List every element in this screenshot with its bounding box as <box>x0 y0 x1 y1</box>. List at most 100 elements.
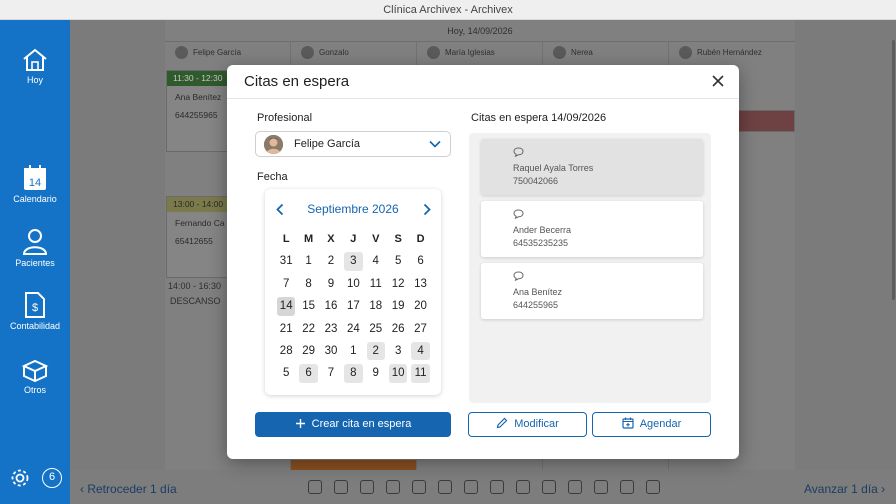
calendar-day[interactable]: 9 <box>322 275 340 293</box>
toolbar-icons <box>308 480 660 494</box>
calendar-day[interactable]: 19 <box>389 297 407 315</box>
notification-badge[interactable]: 6 <box>42 468 62 488</box>
weekday-header: M <box>304 233 314 245</box>
calendar-day[interactable]: 2 <box>322 252 340 270</box>
group-icon[interactable] <box>516 480 530 494</box>
next-day-link[interactable]: Avanzar 1 día › <box>804 482 885 496</box>
calendar-day[interactable]: 18 <box>367 297 385 315</box>
chevron-right-icon[interactable] <box>422 203 432 216</box>
plus-icon <box>295 418 305 428</box>
zoom-in-icon[interactable] <box>360 480 374 494</box>
create-waitlist-button[interactable]: Crear cita en espera <box>255 412 451 437</box>
waitlist-dialog: Citas en espera Profesional Felipe Garcí… <box>227 65 739 459</box>
swap-icon[interactable] <box>490 480 504 494</box>
calendar-day[interactable]: 13 <box>411 275 429 293</box>
sidebar-item-label: Calendario <box>13 194 57 204</box>
sidebar-item-label: Otros <box>23 385 46 395</box>
calendar-day-number: 14 <box>29 177 41 189</box>
calendar-day[interactable]: 6 <box>299 364 318 383</box>
calendar-day[interactable]: 11 <box>411 364 430 383</box>
calendar-day[interactable]: 25 <box>367 320 385 338</box>
prev-day-link[interactable]: ‹ Retroceder 1 día <box>80 482 177 496</box>
calendar-day[interactable]: 8 <box>344 364 363 383</box>
waitlist-card[interactable]: Ana Benítez 644255965 <box>481 263 703 319</box>
rest-label: DESCANSO <box>170 296 221 306</box>
column-header: Felipe García <box>175 46 241 59</box>
calendar-day[interactable]: 11 <box>367 275 385 293</box>
calendar-day[interactable]: 7 <box>322 364 340 382</box>
sidebar-item-otros[interactable]: Otros <box>0 356 70 395</box>
calendar-day[interactable]: 4 <box>367 252 385 270</box>
home-icon <box>23 48 47 71</box>
waitlist-panel: Raquel Ayala Torres 750042066 Ander Bece… <box>469 133 711 403</box>
scrollbar[interactable] <box>892 40 895 300</box>
calendar-day[interactable]: 14 <box>277 297 296 316</box>
sidebar-item-calendario[interactable]: 14 Calendario <box>0 165 70 204</box>
calendar-day[interactable]: 23 <box>322 320 340 338</box>
sidebar-item-label: Hoy <box>26 75 43 85</box>
weekday-header: D <box>416 233 425 245</box>
waitlist-card[interactable]: Raquel Ayala Torres 750042066 <box>481 139 703 195</box>
calendar-day[interactable]: 12 <box>389 275 407 293</box>
calendar-day[interactable]: 9 <box>367 364 385 382</box>
calendar-day[interactable]: 27 <box>411 320 429 338</box>
appointment-block[interactable]: 13:00 - 14:00 Fernando Ca 65412655 <box>166 196 229 278</box>
waitlist-name: Ander Becerra <box>513 225 572 235</box>
schedule-button[interactable]: Agendar <box>592 412 711 437</box>
calendar-day[interactable]: 16 <box>322 297 340 315</box>
close-icon[interactable] <box>711 74 725 88</box>
professional-select[interactable]: Felipe García <box>255 131 451 157</box>
column-header: Gonzalo <box>301 46 349 59</box>
sidebar-item-contabilidad[interactable]: $ Contabilidad <box>0 292 70 331</box>
filter-icon[interactable] <box>594 480 608 494</box>
calendar-day[interactable]: 2 <box>366 341 385 361</box>
calendar-day[interactable]: 6 <box>411 252 429 270</box>
weekday-header: S <box>394 233 402 245</box>
refresh-icon[interactable] <box>308 480 322 494</box>
list-icon[interactable] <box>620 480 634 494</box>
calendar-day[interactable]: 7 <box>277 275 295 293</box>
calendar-day[interactable]: 8 <box>299 275 317 293</box>
calendar-day[interactable]: 3 <box>344 252 363 271</box>
calendar-day[interactable]: 10 <box>344 275 362 293</box>
sidebar-item-hoy[interactable]: Hoy <box>0 48 70 85</box>
calendar-day[interactable]: 31 <box>277 252 295 270</box>
delete-date-icon[interactable] <box>646 480 660 494</box>
copy-icon[interactable] <box>438 480 452 494</box>
calendar-day[interactable]: 28 <box>277 342 295 360</box>
rest-time: 14:00 - 16:30 <box>168 281 222 291</box>
modify-button[interactable]: Modificar <box>468 412 587 437</box>
day-view-icon[interactable] <box>542 480 556 494</box>
invoice-icon: $ <box>25 292 45 318</box>
sidebar-item-pacientes[interactable]: Pacientes <box>0 229 70 268</box>
calendar-day[interactable]: 1 <box>299 252 317 270</box>
clock-icon[interactable] <box>386 480 400 494</box>
calendar-day[interactable]: 24 <box>344 320 362 338</box>
month-view-icon[interactable] <box>568 480 582 494</box>
calendar-date-header: Hoy, 14/09/2026 <box>165 20 795 42</box>
calendar-day[interactable]: 5 <box>389 252 407 270</box>
calendar-day[interactable]: 10 <box>388 364 408 383</box>
appointment-block[interactable]: 11:30 - 12:30 Ana Benítez 644255965 <box>166 70 229 152</box>
calendar-day[interactable]: 22 <box>299 320 317 338</box>
person-icon <box>23 229 47 255</box>
calendar-day[interactable]: 20 <box>411 297 429 315</box>
search-icon[interactable] <box>412 480 426 494</box>
calendar-day[interactable]: 30 <box>322 342 340 360</box>
calendar-day[interactable]: 5 <box>277 364 295 382</box>
calendar-day[interactable]: 1 <box>344 342 362 360</box>
professional-label: Profesional <box>257 112 313 124</box>
calendar-day[interactable]: 15 <box>299 297 317 315</box>
waitlist-card[interactable]: Ander Becerra 64535235235 <box>481 201 703 257</box>
zoom-out-icon[interactable] <box>334 480 348 494</box>
gear-icon[interactable] <box>10 468 30 488</box>
weekday-header: L <box>282 233 290 245</box>
calendar-day[interactable]: 26 <box>389 320 407 338</box>
calendar-day[interactable]: 21 <box>277 320 295 338</box>
calendar-day[interactable]: 29 <box>299 342 317 360</box>
calendar-day[interactable]: 4 <box>411 341 430 361</box>
calendar-day[interactable]: 3 <box>389 342 407 360</box>
appointment-block[interactable] <box>291 460 416 470</box>
calendar-day[interactable]: 17 <box>344 297 362 315</box>
layers-icon[interactable] <box>464 480 478 494</box>
